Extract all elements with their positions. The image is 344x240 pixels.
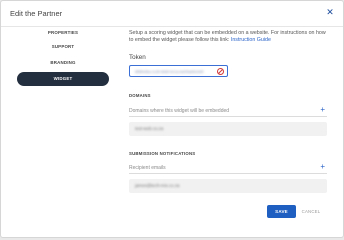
instruction-guide-link[interactable]: Instruction Guide — [231, 37, 271, 43]
domain-entry[interactable]: test-web.co.za — [129, 122, 327, 136]
save-button[interactable]: SAVE — [267, 205, 296, 218]
recipient-entry-text: james@tech-mix.co.za — [135, 183, 180, 188]
nav-item-support[interactable]: SUPPORT — [17, 41, 109, 53]
domain-entry-text: test-web.co.za — [135, 126, 164, 131]
add-recipient-icon[interactable]: + — [320, 163, 325, 171]
widget-intro: Setup a scoring widget that can be embed… — [129, 30, 329, 44]
intro-text: Setup a scoring widget that can be embed… — [129, 30, 326, 43]
token-value: 8f5f0d5a-1c3f-4b6f-9c1a-fa2f4a0b2d4f — [135, 69, 204, 74]
close-icon[interactable]: ✕ — [325, 7, 335, 17]
domains-section-title: DOMAINS — [129, 93, 151, 98]
dialog-title: Edit the Partner — [10, 9, 63, 18]
notifications-section-title: SUBMISSION NOTIFICATIONS — [129, 151, 196, 156]
no-entry-icon[interactable] — [217, 68, 224, 75]
nav-item-widget[interactable]: WIDGET — [17, 72, 109, 86]
recipient-entry[interactable]: james@tech-mix.co.za — [129, 179, 327, 193]
domains-underline — [129, 116, 327, 117]
domains-input[interactable]: Domains where this widget will be embedd… — [129, 108, 229, 114]
recipient-underline — [129, 173, 327, 174]
add-domain-icon[interactable]: + — [320, 106, 325, 114]
nav-item-branding[interactable]: BRANDING — [17, 57, 109, 69]
token-field[interactable]: 8f5f0d5a-1c3f-4b6f-9c1a-fa2f4a0b2d4f — [129, 65, 228, 77]
cancel-button[interactable]: CANCEL — [300, 205, 322, 218]
recipient-emails-input[interactable]: Recipient emails — [129, 165, 166, 171]
token-label: Token — [129, 54, 146, 61]
nav-item-properties[interactable]: PROPERTIES — [17, 27, 109, 39]
edit-partner-dialog: Edit the Partner ✕ PROPERTIES SUPPORT BR… — [0, 0, 344, 238]
dialog-header: Edit the Partner ✕ — [1, 1, 343, 27]
